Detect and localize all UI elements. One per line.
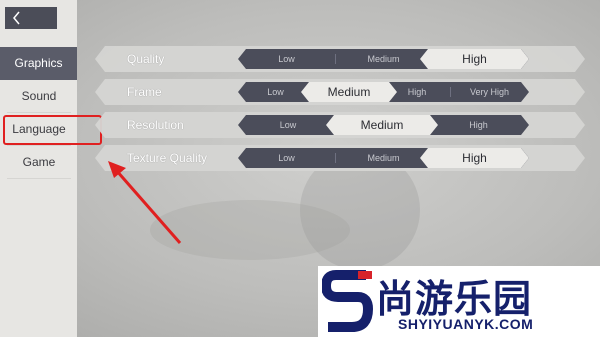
watermark-name: 尚游乐园 xyxy=(376,277,533,321)
watermark-logo: 尚游乐园 SHYIYUANYK.COM xyxy=(318,266,600,337)
logo-s-icon xyxy=(322,270,374,332)
watermark-url: SHYIYUANYK.COM xyxy=(398,316,534,332)
